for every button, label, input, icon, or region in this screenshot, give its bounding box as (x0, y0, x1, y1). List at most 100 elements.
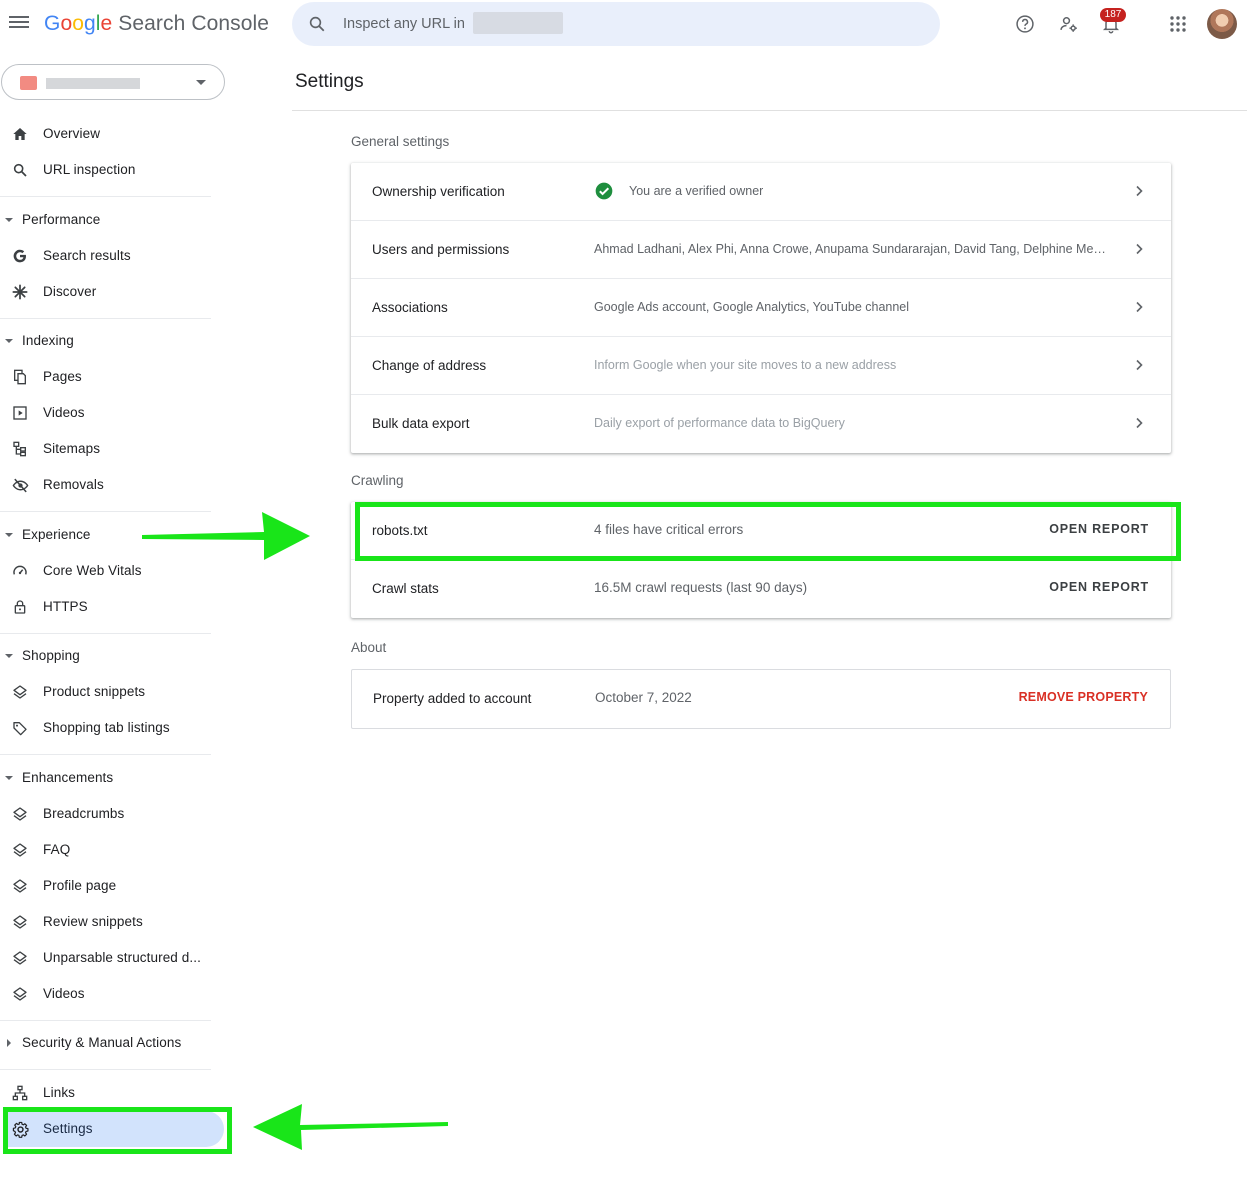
row-value: Ahmad Ladhani, Alex Phi, Anna Crowe, Anu… (594, 242, 1109, 256)
apps-grid-icon[interactable] (1166, 12, 1190, 36)
row-value: 16.5M crawl requests (last 90 days) (594, 580, 808, 595)
menu-icon[interactable] (9, 14, 29, 34)
sidebar-item-links[interactable]: Links (0, 1075, 224, 1111)
chevron-right-icon (1136, 417, 1143, 429)
collapse-caret-icon (5, 776, 13, 780)
sidebar-section-indexing[interactable]: Indexing (0, 323, 224, 359)
lock-icon (11, 598, 29, 616)
sidebar-item-videos[interactable]: Videos (0, 395, 224, 431)
row-value: Daily export of performance data to BigQ… (594, 416, 845, 430)
sidebar-item-https[interactable]: HTTPS (0, 589, 224, 625)
help-icon[interactable] (1013, 12, 1037, 36)
open-report-button[interactable]: OPEN REPORT (1049, 580, 1149, 594)
app-logo[interactable]: Google Search Console (44, 12, 269, 36)
sidebar-section-security[interactable]: Security & Manual Actions (0, 1025, 224, 1061)
sidebar-section-performance[interactable]: Performance (0, 202, 224, 238)
sidebar-item-label: Discover (43, 284, 97, 299)
row-value: Google Ads account, Google Analytics, Yo… (594, 300, 910, 314)
chevron-right-icon (1136, 359, 1143, 371)
sidebar-item-breadcrumbs[interactable]: Breadcrumbs (0, 796, 224, 832)
settings-highlight-box (3, 1107, 232, 1154)
section-label: Shopping (22, 648, 80, 663)
settings-row-crawl-stats[interactable]: Crawl stats 16.5M crawl requests (last 9… (351, 560, 1171, 618)
video-icon (11, 404, 29, 422)
sidebar-item-label: Sitemaps (43, 441, 101, 456)
sidebar-item-overview[interactable]: Overview (0, 116, 224, 152)
layers-icon (11, 683, 29, 701)
sidebar-item-review-snippets[interactable]: Review snippets (0, 904, 224, 940)
row-value: October 7, 2022 (595, 690, 692, 705)
sidebar-section-enhancements[interactable]: Enhancements (0, 760, 224, 796)
sidebar-item-label: Removals (43, 477, 104, 492)
crawling-label: Crawling (351, 473, 404, 488)
account-avatar[interactable] (1207, 9, 1237, 39)
settings-row-bulk-data-export[interactable]: Bulk data export Daily export of perform… (351, 395, 1171, 453)
sidebar-item-product-snippets[interactable]: Product snippets (0, 674, 224, 710)
section-label: Security & Manual Actions (22, 1035, 182, 1050)
sidebar-item-discover[interactable]: Discover (0, 274, 224, 310)
sidebar-item-label: HTTPS (43, 599, 88, 614)
settings-row-ownership-verification[interactable]: Ownership verification You are a verifie… (351, 163, 1171, 221)
manage-users-icon[interactable] (1057, 12, 1081, 36)
tag-icon (11, 719, 29, 737)
sidebar-divider (0, 754, 211, 755)
sidebar-item-label: Review snippets (43, 914, 143, 929)
sidebar-item-unparsable-structured-data[interactable]: Unparsable structured d... (0, 940, 224, 976)
property-selector[interactable] (1, 64, 225, 100)
about-card: Property added to account October 7, 202… (351, 669, 1171, 729)
collapse-caret-icon (5, 339, 13, 343)
sidebar-item-label: Videos (43, 986, 85, 1001)
general-settings-card: Ownership verification You are a verifie… (351, 163, 1171, 453)
row-title: Crawl stats (372, 581, 439, 596)
sidebar-item-enhancement-videos[interactable]: Videos (0, 976, 224, 1012)
redacted-property-url (473, 12, 563, 34)
row-title: Ownership verification (372, 184, 505, 199)
sidebar-item-shopping-tab-listings[interactable]: Shopping tab listings (0, 710, 224, 746)
layers-icon (11, 949, 29, 967)
title-divider (292, 110, 1247, 111)
sidebar-divider (0, 1069, 211, 1070)
sidebar-item-removals[interactable]: Removals (0, 467, 224, 503)
sidebar-item-sitemaps[interactable]: Sitemaps (0, 431, 224, 467)
arrow-left-icon (253, 1104, 448, 1150)
settings-row-users-and-permissions[interactable]: Users and permissions Ahmad Ladhani, Ale… (351, 221, 1171, 279)
sidebar-item-label: Unparsable structured d... (43, 950, 201, 965)
settings-row-associations[interactable]: Associations Google Ads account, Google … (351, 279, 1171, 337)
layers-icon (11, 805, 29, 823)
chevron-right-icon (1136, 301, 1143, 313)
sidebar-divider (0, 633, 211, 634)
product-name: Search Console (118, 12, 270, 35)
robots-txt-highlight-box (355, 502, 1181, 561)
remove-property-button[interactable]: REMOVE PROPERTY (1019, 690, 1148, 704)
sidebar-item-faq[interactable]: FAQ (0, 832, 224, 868)
sidebar-item-label: Breadcrumbs (43, 806, 125, 821)
sidebar-item-label: Overview (43, 126, 101, 141)
section-label: Enhancements (22, 770, 114, 785)
notification-badge: 187 (1100, 8, 1126, 22)
search-icon (309, 16, 325, 32)
layers-icon (11, 913, 29, 931)
gauge-icon (11, 562, 29, 580)
sidebar-section-shopping[interactable]: Shopping (0, 638, 224, 674)
arrow-right-icon (142, 512, 310, 560)
sidebar-item-url-inspection[interactable]: URL inspection (0, 152, 224, 188)
chevron-right-icon (1136, 185, 1143, 197)
sidebar-item-search-results[interactable]: Search results (0, 238, 224, 274)
sidebar-item-pages[interactable]: Pages (0, 359, 224, 395)
layers-icon (11, 985, 29, 1003)
sidebar-item-profile-page[interactable]: Profile page (0, 868, 224, 904)
layers-icon (11, 877, 29, 895)
sidebar-item-label: Shopping tab listings (43, 720, 170, 735)
collapse-caret-icon (5, 218, 13, 222)
sidebar-item-label: Core Web Vitals (43, 563, 142, 578)
row-title: Bulk data export (372, 416, 470, 431)
sidebar-item-label: Profile page (43, 878, 117, 893)
sidebar-item-label: URL inspection (43, 162, 136, 177)
search-icon (11, 161, 29, 179)
sidebar-item-label: Links (43, 1085, 76, 1100)
settings-row-change-of-address[interactable]: Change of address Inform Google when you… (351, 337, 1171, 395)
sidebar-item-label: Product snippets (43, 684, 146, 699)
sidebar-item-label: Pages (43, 369, 82, 384)
url-inspection-search[interactable] (292, 2, 940, 46)
home-icon (11, 125, 29, 143)
